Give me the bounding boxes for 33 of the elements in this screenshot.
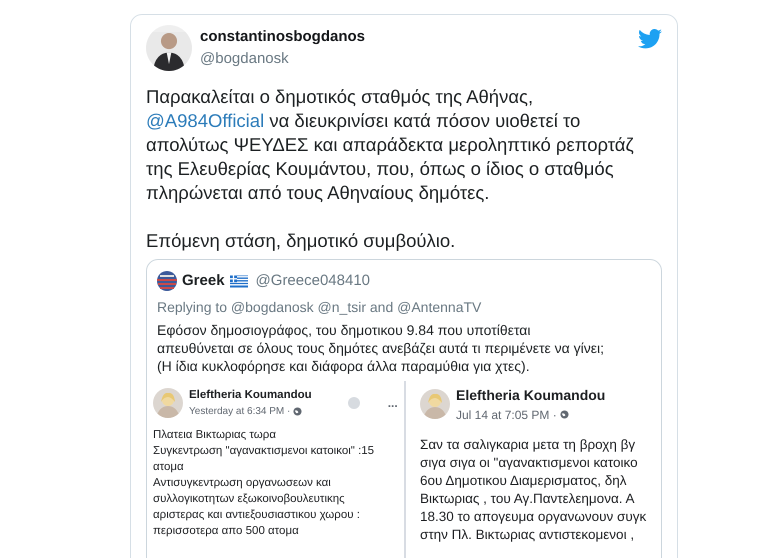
tweet-text: Επόμενη στάση, δημοτικό συμβούλιο. xyxy=(146,229,456,253)
post-text-line: συλλογικοτητων εξωκοινοβουλευτικης xyxy=(153,492,346,507)
post-text-line: αριστερας και αντιεξουσιαστικου χωρου : xyxy=(153,508,361,523)
post-time: Jul 14 at 7:05 PM · xyxy=(456,406,557,424)
post-author: Eleftheria Koumandou xyxy=(189,388,312,402)
post-text-line: Πλατεια Βικτωριας τωρα xyxy=(153,428,277,443)
more-menu[interactable]: ... xyxy=(388,394,398,412)
post-text-line: Σαν τα σαλιγκαρια μετα τη βροχη βγ xyxy=(420,436,636,454)
post-text-line: 18.30 το απογευμα οργανωνουν συγκ xyxy=(420,508,648,526)
bird-icon[interactable] xyxy=(638,29,662,49)
globe-icon xyxy=(293,406,302,416)
author-name[interactable]: constantinosbogdanos xyxy=(200,26,365,48)
post-text-line: 6ου Δημοτικου Διαμερισματος, δηλ xyxy=(420,472,628,490)
tweet-text: Παρακαλείται ο δημοτικός σταθμός της Αθήνας, @A984Official να διευκρινίσει κατά πόσον υιοθετεί το απολύτως ΨΕΥΔΕΣ και απαράδεκτα μεροληπτικό ρεπορτάζ της Ελευθερίας Κουμάντου, που, όπως ο ίδιος ο σταθμός πληρώνεται από τους Αθηναίους δημότες. xyxy=(146,85,635,205)
globe-icon xyxy=(560,410,569,419)
post-text-line: ατομα xyxy=(153,460,185,475)
quoted-text: Εφόσον δημοσιογράφος, του δημοτικου 9.84 που υποτίθεται απευθύνεται σε όλους τους δημότες ανεβάζει αυτά τι περιμένετε να γίνει; (Η ίδια κυκλοφόρησε και διάφορα άλλα παραμύθια για χτες). xyxy=(157,320,605,374)
post-text-line: Βικτωριας , του Αγ.Παντελεημονα. Α xyxy=(420,490,636,508)
post-author: Eleftheria Koumandou xyxy=(456,386,606,404)
flag-avatar-icon xyxy=(157,271,177,292)
mention-link[interactable]: @A984Official xyxy=(146,110,264,131)
post-time: Yesterday at 6:34 PM · xyxy=(189,404,290,419)
quoted-author-name[interactable]: Greek xyxy=(182,270,225,292)
post-text-line: περισσοτερα απο 500 ατομα xyxy=(153,524,300,539)
post-text-line: Συγκεντρωση "αγανακτισμενοι κατοικοι" :15 xyxy=(153,444,376,459)
flag-icon xyxy=(230,274,248,288)
post-text-line: σιγα σιγα οι "αγανακτισμενοι κατοικο xyxy=(420,454,639,472)
quoted-author-handle[interactable]: @Greece048410 xyxy=(256,270,370,292)
post-text-line: στην Πλ. Βικτωριας αντιστεκομενοι , xyxy=(420,526,636,544)
post-text-line: Αντισυγκεντρωση οργανωσεων και xyxy=(153,476,332,491)
author-handle[interactable]: @bogdanosk xyxy=(200,48,365,70)
quoted-tweet[interactable] xyxy=(146,259,662,558)
replying-to: Replying to @bogdanosk @n_tsir and @AntennaTV xyxy=(157,298,482,317)
